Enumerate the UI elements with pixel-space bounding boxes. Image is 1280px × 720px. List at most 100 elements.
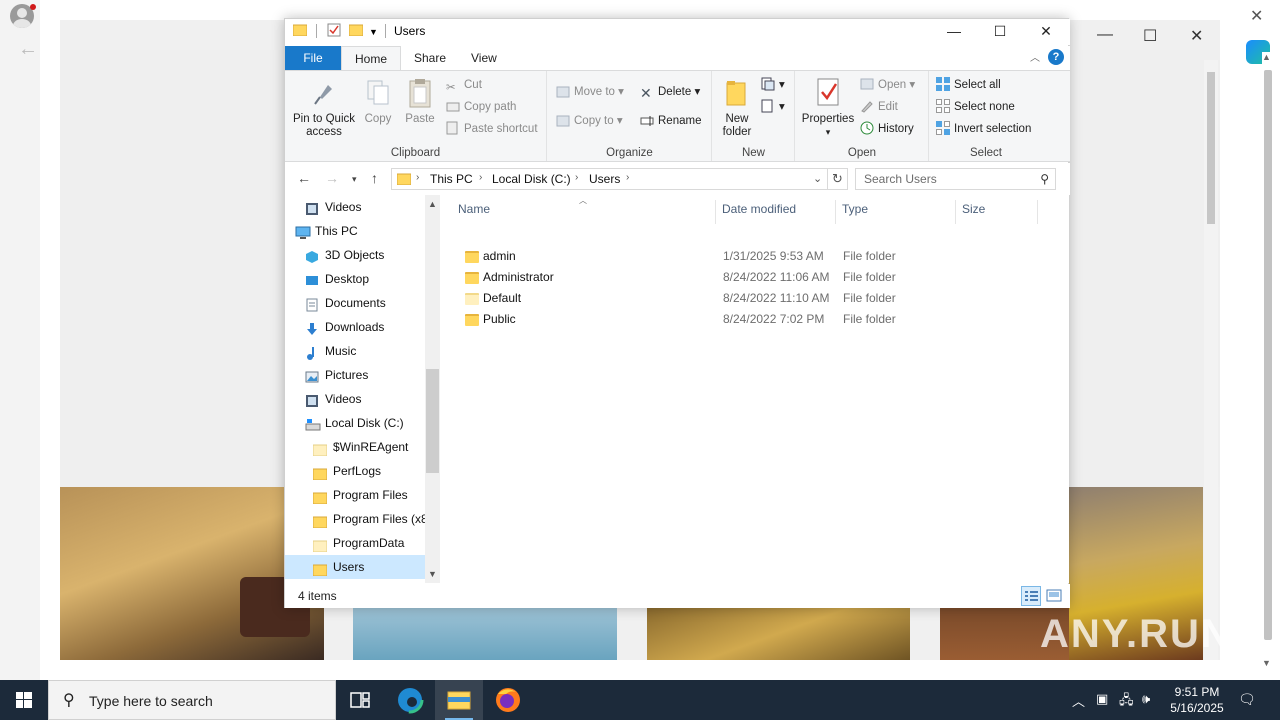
network-icon[interactable]: 🖧 — [1119, 691, 1134, 713]
maximize-button[interactable]: ☐ — [977, 19, 1023, 45]
large-icons-view-button[interactable] — [1044, 586, 1064, 606]
nav-item[interactable]: This PC — [285, 219, 425, 243]
open-button[interactable]: Open ▾ — [860, 75, 915, 95]
nav-pane-scrollbar-thumb[interactable] — [426, 369, 439, 473]
breadcrumb-this-pc[interactable]: This PC — [430, 172, 473, 186]
minimize-button[interactable]: — — [931, 19, 977, 45]
properties-quick-icon[interactable] — [327, 23, 341, 40]
nav-item[interactable]: 3D Objects — [285, 243, 425, 267]
page-scrollbar-thumb[interactable] — [1207, 72, 1215, 224]
nav-item[interactable]: PerfLogs — [285, 459, 425, 483]
volume-icon[interactable]: 🕪 — [1142, 691, 1150, 707]
breadcrumb-users[interactable]: Users — [589, 172, 620, 186]
move-to-button[interactable]: Move to ▾ — [556, 82, 624, 102]
pin-to-quick-access-button[interactable]: Pin to Quick access — [291, 77, 357, 139]
nav-item[interactable]: Videos — [285, 195, 425, 219]
delete-button[interactable]: ✕ Delete ▾ — [640, 82, 700, 102]
paste-shortcut-button[interactable]: Paste shortcut — [446, 119, 538, 139]
sidebar-close-icon[interactable]: ✕ — [1250, 6, 1263, 26]
nav-item[interactable]: Users — [285, 555, 425, 579]
show-hidden-icons-icon[interactable]: ︿ — [1072, 691, 1085, 710]
search-box[interactable]: ⚲ — [855, 168, 1056, 190]
refresh-button[interactable]: ↻ — [828, 168, 848, 190]
clock[interactable]: 9:51 PM 5/16/2025 — [1160, 684, 1234, 716]
nav-item[interactable]: Pictures — [285, 363, 425, 387]
file-row[interactable]: admin 1/31/2025 9:53 AM File folder — [458, 246, 1058, 267]
nav-item[interactable]: Videos — [285, 387, 425, 411]
forward-icon[interactable]: → — [325, 170, 339, 186]
collapse-ribbon-icon[interactable]: ︿ — [1030, 49, 1040, 64]
browser-minimize-icon[interactable]: — — [1097, 26, 1113, 44]
nav-item[interactable]: Downloads — [285, 315, 425, 339]
nav-pane-scrollbar[interactable]: ▲ ▼ — [425, 195, 440, 583]
file-explorer-button[interactable] — [435, 680, 483, 720]
customize-toolbar-icon[interactable]: ▼ — [369, 27, 378, 37]
nav-item[interactable]: Local Disk (C:) — [285, 411, 425, 435]
page-scrollbar[interactable] — [1204, 60, 1218, 660]
file-row[interactable]: Administrator 8/24/2022 11:06 AM File fold… — [458, 267, 1058, 288]
nav-item[interactable]: Program Files — [285, 483, 425, 507]
device-icon[interactable]: ▣ — [1096, 691, 1108, 707]
tab-share[interactable]: Share — [401, 46, 459, 70]
chevron-right-icon[interactable]: › — [626, 172, 629, 183]
file-row[interactable]: Public 8/24/2022 7:02 PM File folder — [458, 309, 1058, 330]
food-image-chicken[interactable] — [647, 607, 910, 660]
taskbar-search-box[interactable]: ⚲ Type here to search — [48, 680, 336, 720]
new-folder-button[interactable]: New folder — [717, 77, 757, 139]
help-icon[interactable]: ? — [1048, 49, 1064, 65]
address-bar[interactable]: › This PC › Local Disk (C:) › Users › ⌄ — [391, 168, 828, 190]
up-icon[interactable]: ↑ — [371, 170, 378, 186]
breadcrumb-local-disk[interactable]: Local Disk (C:) — [492, 172, 571, 186]
paste-button[interactable]: Paste — [401, 77, 439, 126]
nav-item[interactable]: $WinREAgent — [285, 435, 425, 459]
nav-item[interactable]: ProgramData — [285, 531, 425, 555]
tab-file[interactable]: File — [285, 46, 341, 70]
column-header-name[interactable]: Name — [454, 200, 716, 224]
column-header-size[interactable]: Size — [958, 200, 1038, 224]
history-button[interactable]: History — [860, 119, 914, 139]
nav-item[interactable]: Music — [285, 339, 425, 363]
browser-maximize-icon[interactable]: ☐ — [1143, 26, 1157, 46]
address-dropdown-icon[interactable]: ⌄ — [813, 172, 822, 185]
task-view-button[interactable] — [336, 680, 384, 720]
details-view-button[interactable] — [1021, 586, 1041, 606]
chevron-right-icon[interactable]: › — [575, 172, 578, 183]
column-header-type[interactable]: Type — [838, 200, 956, 224]
properties-button[interactable]: Properties ▾ — [800, 77, 856, 139]
search-input[interactable] — [856, 169, 1026, 189]
browser-close-icon[interactable]: ✕ — [1190, 26, 1203, 46]
column-header-date-modified[interactable]: Date modified — [718, 200, 836, 224]
copy-to-button[interactable]: Copy to ▾ — [556, 111, 623, 131]
copy-button[interactable]: Copy — [361, 77, 395, 126]
back-icon[interactable]: ← — [297, 170, 311, 186]
invert-selection-button[interactable]: Invert selection — [936, 119, 1031, 139]
select-none-button[interactable]: Select none — [936, 97, 1015, 117]
scroll-up-icon[interactable]: ▲ — [428, 199, 437, 209]
close-button[interactable]: ✕ — [1023, 19, 1069, 45]
start-button[interactable] — [0, 680, 48, 720]
scroll-up-icon[interactable]: ▲ — [1262, 52, 1271, 62]
scroll-down-icon[interactable]: ▼ — [1262, 658, 1271, 668]
notifications-icon[interactable]: 🗨 — [1238, 691, 1256, 708]
cut-button[interactable]: ✂ Cut — [446, 75, 482, 95]
back-arrow-icon[interactable]: ← — [18, 38, 38, 61]
recent-locations-icon[interactable]: ▾ — [352, 174, 357, 185]
title-bar[interactable]: ▼ Users — ☐ ✕ — [285, 19, 1070, 45]
chevron-right-icon[interactable]: › — [416, 172, 419, 183]
chevron-right-icon[interactable]: › — [479, 172, 482, 183]
nav-item[interactable]: Program Files (x86) — [285, 507, 425, 531]
file-row[interactable]: Default 8/24/2022 11:10 AM File folder — [458, 288, 1058, 309]
scroll-down-icon[interactable]: ▼ — [428, 569, 437, 579]
edit-button[interactable]: Edit — [860, 97, 898, 117]
tab-view[interactable]: View — [458, 46, 510, 70]
new-item-button[interactable]: ▾ — [761, 75, 785, 95]
nav-item[interactable]: Documents — [285, 291, 425, 315]
copy-path-button[interactable]: Copy path — [446, 97, 516, 117]
easy-access-button[interactable]: ▾ — [761, 97, 785, 117]
nav-item[interactable]: Desktop — [285, 267, 425, 291]
rename-button[interactable]: Rename — [640, 111, 701, 131]
firefox-button[interactable] — [484, 680, 532, 720]
browser-scrollbar-thumb[interactable] — [1264, 70, 1272, 640]
tab-home[interactable]: Home — [341, 46, 402, 70]
select-all-button[interactable]: Select all — [936, 75, 1001, 95]
